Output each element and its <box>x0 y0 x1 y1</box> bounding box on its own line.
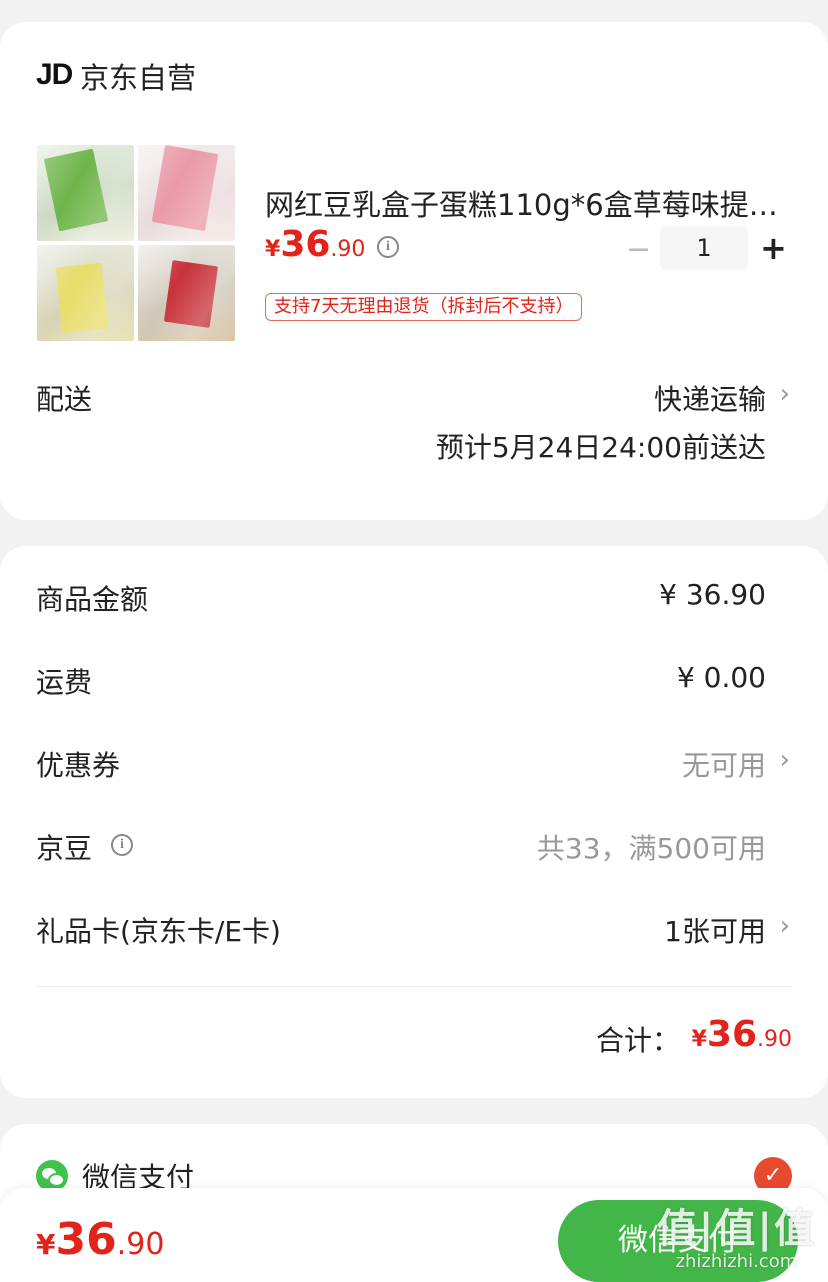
price-info-icon[interactable]: i <box>377 236 399 258</box>
quantity-field[interactable]: 1 <box>660 226 748 270</box>
delivery-label: 配送 <box>36 383 93 416</box>
jd-logo: JD <box>36 58 73 91</box>
product-image-quadrant <box>37 145 134 241</box>
chevron-right-icon[interactable]: › <box>780 379 790 409</box>
product-price: ¥36.90 <box>265 224 365 265</box>
coupon-value[interactable]: 无可用 <box>682 744 766 784</box>
bottom-price-integer: 36 <box>55 1214 117 1265</box>
bottom-total-price: ¥36.90 <box>36 1214 164 1265</box>
shipping-fee-label: 运费 <box>36 666 93 699</box>
bottom-price-decimal: .90 <box>116 1227 165 1262</box>
delivery-method[interactable]: 快递运输 <box>654 378 766 418</box>
product-image-quadrant <box>37 245 134 341</box>
product-title[interactable]: 网红豆乳盒子蛋糕110g*6盒草莓味提… <box>265 182 785 224</box>
chevron-right-icon[interactable]: › <box>780 911 790 941</box>
shop-name: 京东自营 <box>80 61 197 95</box>
summary-card: 商品金额 ¥ 36.90 运费 ¥ 0.00 优惠券 无可用 › 京豆 i 共3… <box>0 546 828 1098</box>
total-decimal: .90 <box>757 1027 792 1052</box>
delivery-estimate: 预计5月24日24:00前送达 <box>435 431 766 464</box>
return-policy-tag: 支持7天无理由退货（拆封后不支持） <box>265 293 583 321</box>
gift-card-value[interactable]: 1张可用 <box>664 910 766 950</box>
total-amount: ¥36.90 <box>692 1014 792 1055</box>
product-image[interactable] <box>37 145 235 341</box>
total-label: 合计： <box>595 1024 680 1057</box>
quantity-decrease-button[interactable]: − <box>626 232 651 267</box>
watermark: 值|值|值 zhizhizhi.com <box>657 1207 816 1272</box>
product-image-quadrant <box>138 245 235 341</box>
currency-symbol: ¥ <box>36 1228 56 1261</box>
gift-card-label: 礼品卡(京东卡/E卡) <box>36 915 281 948</box>
price-decimal: .90 <box>330 237 366 262</box>
quantity-increase-button[interactable]: + <box>760 229 787 267</box>
jd-beans-info-icon[interactable]: i <box>111 834 133 856</box>
shipping-fee-value: ¥ 0.00 <box>676 661 766 694</box>
product-image-quadrant <box>138 145 235 241</box>
watermark-logo: 值|值|值 <box>656 1206 816 1252</box>
currency-symbol: ¥ <box>691 1027 707 1052</box>
chevron-right-icon[interactable]: › <box>780 745 790 775</box>
total-integer: 36 <box>706 1014 757 1055</box>
watermark-url: zhizhizhi.com <box>675 1251 798 1272</box>
goods-amount-value: ¥ 36.90 <box>659 578 766 611</box>
coupon-label: 优惠券 <box>36 749 121 782</box>
product-card: JD 京东自营 网红豆乳盒子蛋糕110g*6盒草莓味提… ¥36.90 i − … <box>0 22 828 520</box>
currency-symbol: ¥ <box>265 237 281 262</box>
bottom-pay-bar: ¥36.90 微信支付 值|值|值 zhizhizhi.com <box>0 1188 828 1282</box>
divider <box>36 986 792 987</box>
goods-amount-label: 商品金额 <box>36 583 149 616</box>
jd-beans-value: 共33，满500可用 <box>536 832 766 865</box>
jd-beans-label: 京豆 <box>36 832 93 865</box>
price-integer: 36 <box>280 224 331 265</box>
